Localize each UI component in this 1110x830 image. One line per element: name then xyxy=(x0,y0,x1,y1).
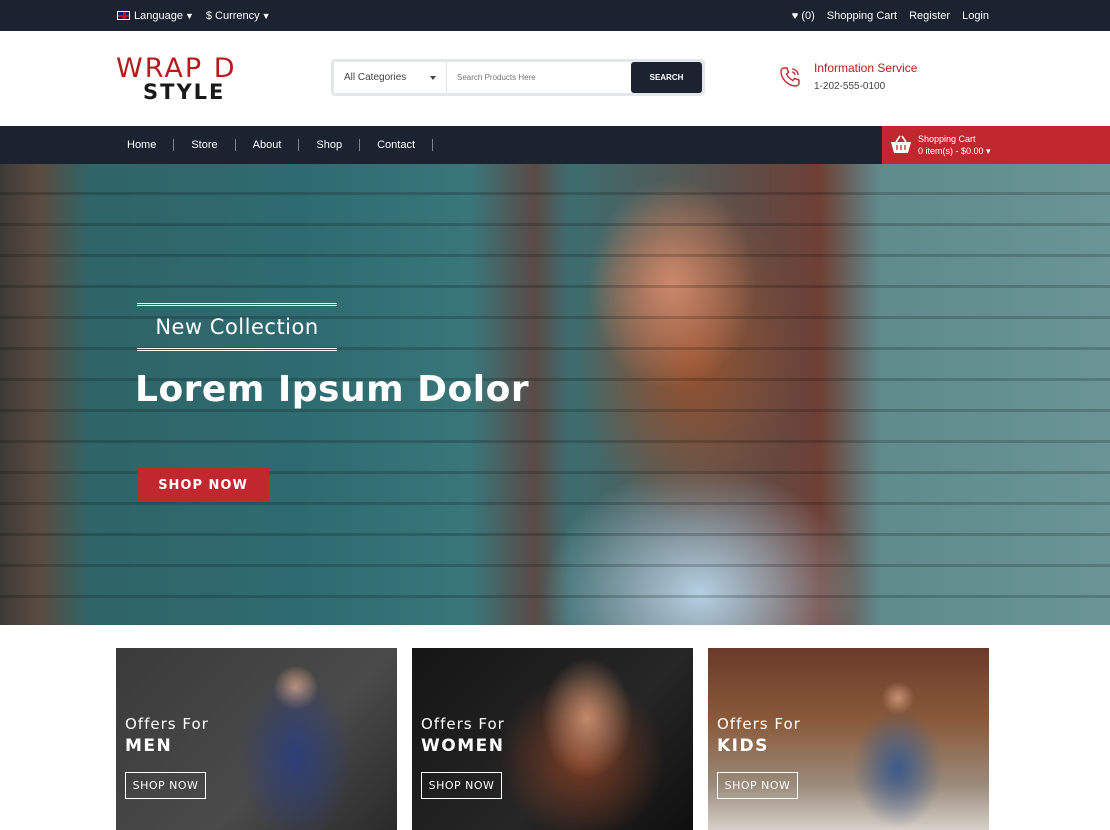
logo-line2: STYLE xyxy=(143,79,226,104)
language-selector[interactable]: Language ▼ xyxy=(117,10,194,22)
offer-category: WOMEN xyxy=(421,736,505,756)
heart-icon: ♥ xyxy=(791,9,799,22)
info-title: Information Service xyxy=(814,61,918,75)
offer-shop-now-button[interactable]: SHOP NOW xyxy=(717,772,798,799)
nav-home[interactable]: Home xyxy=(110,139,175,151)
hero-headline: Lorem Ipsum Dolor xyxy=(135,369,530,410)
login-link[interactable]: Login xyxy=(962,10,989,22)
phone-icon xyxy=(780,67,800,87)
cart-icon xyxy=(891,135,911,153)
search-input[interactable] xyxy=(447,62,631,93)
nav-about[interactable]: About xyxy=(236,139,300,151)
offer-title: Offers For xyxy=(717,715,801,733)
language-label: Language xyxy=(134,9,183,22)
hero-shop-now-button[interactable]: SHOP NOW xyxy=(137,468,269,502)
shopping-cart-link[interactable]: Shopping Cart xyxy=(827,10,897,22)
chevron-down-icon: ▼ xyxy=(261,10,271,21)
header: WRAP D STYLE All Categories SEARCH Infor… xyxy=(0,31,1110,126)
category-select[interactable]: All Categories xyxy=(334,62,447,93)
offer-title: Offers For xyxy=(421,715,505,733)
cart-summary-box[interactable]: Shopping Cart 0 item(s) - $0.00 ▾ xyxy=(882,126,1110,164)
currency-selector[interactable]: $ Currency ▼ xyxy=(206,10,271,22)
nav-store[interactable]: Store xyxy=(174,139,236,151)
offer-shop-now-button[interactable]: SHOP NOW xyxy=(125,772,206,799)
chevron-down-icon: ▾ xyxy=(986,145,991,156)
search-button[interactable]: SEARCH xyxy=(631,62,702,93)
offer-category: MEN xyxy=(125,736,173,756)
flag-uk-icon xyxy=(117,11,130,21)
information-service: Information Service 1-202-555-0100 xyxy=(778,61,917,92)
offer-shop-now-button[interactable]: SHOP NOW xyxy=(421,772,502,799)
top-bar: Language ▼ $ Currency ▼ ♥ (0) Shopping Car… xyxy=(0,0,1110,31)
offer-category: KIDS xyxy=(717,736,769,756)
logo-line1: WRAP D xyxy=(116,52,237,84)
chevron-down-icon: ▼ xyxy=(184,10,194,21)
hero-tagline: New Collection xyxy=(137,303,337,351)
caret-down-icon xyxy=(430,75,436,80)
category-label: All Categories xyxy=(344,72,407,83)
main-nav: Home Store About Shop Contact Shopping C… xyxy=(0,126,1110,164)
info-phone: 1-202-555-0100 xyxy=(814,81,886,92)
nav-contact[interactable]: Contact xyxy=(360,139,434,151)
register-link[interactable]: Register xyxy=(909,10,950,22)
offer-card-kids[interactable]: Offers For KIDS SHOP NOW xyxy=(708,648,989,830)
wishlist-link[interactable]: ♥ (0) xyxy=(792,10,815,22)
currency-label: $ Currency xyxy=(205,9,260,22)
offer-card-women[interactable]: Offers For WOMEN SHOP NOW xyxy=(412,648,693,830)
wishlist-count: (0) xyxy=(801,9,815,22)
cart-summary: 0 item(s) - $0.00 xyxy=(918,145,984,156)
hero-banner: New Collection Lorem Ipsum Dolor SHOP NO… xyxy=(0,164,1110,625)
logo[interactable]: WRAP D STYLE xyxy=(116,55,256,103)
cart-title: Shopping Cart xyxy=(918,133,976,144)
offer-card-men[interactable]: Offers For MEN SHOP NOW xyxy=(116,648,397,830)
search-bar: All Categories SEARCH xyxy=(331,59,705,96)
offer-title: Offers For xyxy=(125,715,209,733)
nav-shop[interactable]: Shop xyxy=(299,139,361,151)
offers-row: Offers For MEN SHOP NOW Offers For WOMEN… xyxy=(116,648,989,830)
